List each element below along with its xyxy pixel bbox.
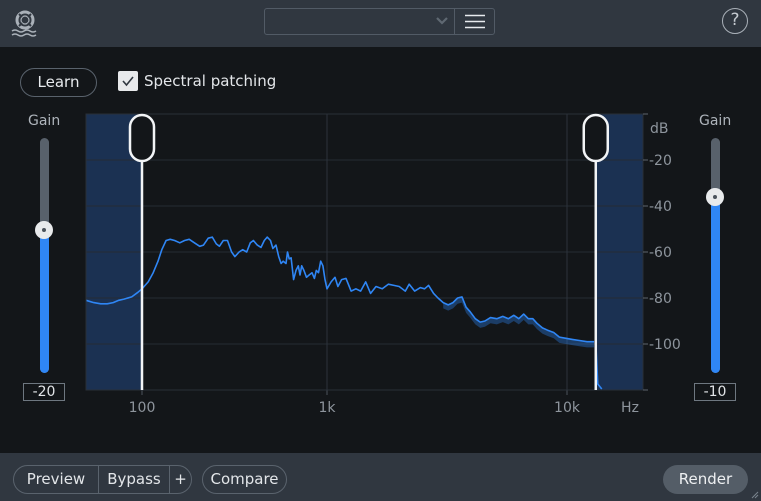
resize-grip-icon[interactable] <box>749 489 759 499</box>
hz-unit-label: Hz <box>621 400 639 416</box>
bottom-bar: Preview Bypass + Compare Render <box>0 453 761 501</box>
y-tick-label: -40 <box>649 199 672 215</box>
spectrum-chart: dB -20 -40 -60 -80 -100 100 1k 10k Hz <box>85 113 681 416</box>
y-tick-label: -60 <box>649 245 672 261</box>
add-button[interactable]: + <box>169 466 191 493</box>
y-tick-label: -80 <box>649 291 672 307</box>
render-button[interactable]: Render <box>663 465 748 494</box>
x-tick-label: 10k <box>554 400 581 416</box>
y-tick-label: -20 <box>649 153 672 169</box>
high-cut-handle-grip <box>582 113 610 163</box>
y-tick-label: -100 <box>649 337 681 353</box>
db-unit-label: dB <box>650 121 669 137</box>
preview-button[interactable]: Preview <box>14 466 98 493</box>
low-cut-handle-grip <box>128 113 156 163</box>
compare-button[interactable]: Compare <box>202 465 287 494</box>
bypass-button[interactable]: Bypass <box>98 466 169 493</box>
x-tick-label: 1k <box>318 400 336 416</box>
preview-bypass-group: Preview Bypass + <box>13 465 192 494</box>
x-tick-label: 100 <box>129 400 156 416</box>
